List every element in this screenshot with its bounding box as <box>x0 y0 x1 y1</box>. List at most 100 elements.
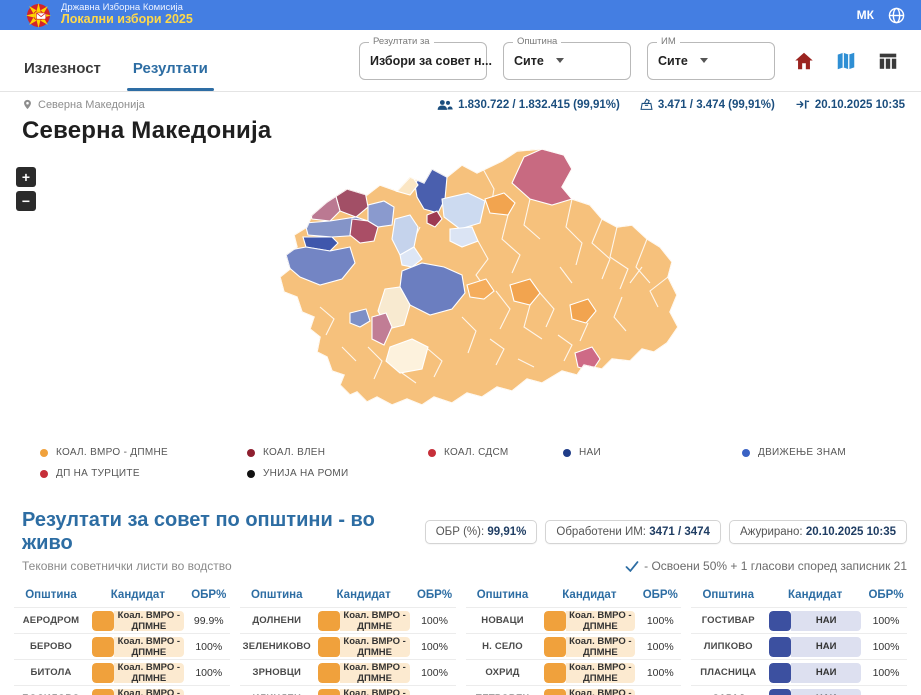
results-for-label: Резултати за <box>369 36 434 47</box>
legend-item: ДВИЖЕЊЕ ЗНАМ <box>742 447 921 458</box>
table-row[interactable]: ГОСТИВАР НАИ 100% <box>691 607 907 633</box>
table-row[interactable]: ИЛИНДЕН Коал. ВМРО - ДПМНЕ 100% <box>240 685 456 695</box>
stations-value: 3.471 / 3.474 (99,91%) <box>658 99 775 111</box>
legend-item: НАИ <box>563 447 742 458</box>
polling-station-value: Сите <box>658 54 688 68</box>
col-candidate: Кандидат <box>540 589 640 601</box>
ballot-box-icon <box>640 98 653 111</box>
obr-cell: 100% <box>639 667 681 679</box>
party-swatch <box>318 637 340 657</box>
table-columns-icon[interactable] <box>877 50 899 72</box>
col-municipality: Општина <box>466 589 540 601</box>
globe-icon[interactable] <box>888 7 905 24</box>
municipality-cell: ЗЕЛЕНИКОВО <box>240 641 314 652</box>
party-dot <box>247 449 255 457</box>
map-icon[interactable] <box>835 50 857 72</box>
party-dot <box>428 449 436 457</box>
col-municipality: Општина <box>240 589 314 601</box>
candidate-pill: НАИ <box>769 663 861 683</box>
candidate-pill: Коал. ВМРО - ДПМНЕ <box>92 611 184 631</box>
table-row[interactable]: ОХРИД Коал. ВМРО - ДПМНЕ 100% <box>466 659 682 685</box>
home-icon[interactable] <box>793 50 815 72</box>
results-for-select[interactable]: Резултати за Избори за совет н... <box>359 42 487 80</box>
election-title: Локални избори 2025 <box>61 13 193 27</box>
table-group: Општина Кандидат ОБР% НОВАЦИ Коал. ВМРО … <box>466 583 682 695</box>
table-row[interactable]: ДОЛНЕНИ Коал. ВМРО - ДПМНЕ 100% <box>240 607 456 633</box>
breadcrumb-row: Северна Македонија 1.830.722 / 1.832.415… <box>0 92 921 111</box>
breadcrumb: Северна Македонија <box>22 98 145 111</box>
table-row[interactable]: НОВАЦИ Коал. ВМРО - ДПМНЕ 100% <box>466 607 682 633</box>
party-swatch <box>318 663 340 683</box>
updated-value: 20.10.2025 10:35 <box>815 99 905 111</box>
table-row[interactable]: ПЛАСНИЦА НАИ 100% <box>691 659 907 685</box>
municipality-cell: АЕРОДРОМ <box>14 615 88 626</box>
party-swatch <box>769 637 791 657</box>
party-swatch <box>544 663 566 683</box>
table-row[interactable]: ЛИПКОВО НАИ 100% <box>691 633 907 659</box>
table-header: Општина Кандидат ОБР% <box>691 583 907 607</box>
results-for-value: Избори за совет н... <box>370 54 492 68</box>
table-group: Општина Кандидат ОБР% ГОСТИВАР НАИ 100% … <box>691 583 907 695</box>
breadcrumb-location: Северна Македонија <box>38 99 145 111</box>
page-title: Северна Македонија <box>22 117 921 145</box>
table-row[interactable]: БЕРОВО Коал. ВМРО - ДПМНЕ 100% <box>14 633 230 659</box>
legend-label: УНИЈА НА РОМИ <box>263 468 349 479</box>
table-row[interactable]: БИТОЛА Коал. ВМРО - ДПМНЕ 100% <box>14 659 230 685</box>
municipality-label: Општина <box>513 36 561 47</box>
candidate-pill: НАИ <box>769 611 861 631</box>
party-swatch <box>544 611 566 631</box>
party-swatch <box>769 611 791 631</box>
tab-turnout[interactable]: Излезност <box>22 60 103 91</box>
language-label[interactable]: МК <box>857 8 874 22</box>
zoom-in-button[interactable]: + <box>16 167 36 187</box>
municipality-cell: БИТОЛА <box>14 667 88 678</box>
summary-badges: ОБР (%): 99,91% Обработени ИМ: 3471 / 34… <box>425 520 907 544</box>
tab-results[interactable]: Резултати <box>131 60 210 91</box>
col-candidate: Кандидат <box>765 589 865 601</box>
table-header: Општина Кандидат ОБР% <box>240 583 456 607</box>
map-area: + − <box>0 145 921 437</box>
main-tabs: Излезност Резултати <box>22 30 210 91</box>
polling-station-label: ИМ <box>657 36 680 47</box>
table-row[interactable]: БОСИЛОВО Коал. ВМРО - ДПМНЕ 94.35% <box>14 685 230 695</box>
candidate-pill: Коал. ВМРО - ДПМНЕ <box>92 663 184 683</box>
check-note-text: - Освоени 50% + 1 гласови според записни… <box>644 559 907 573</box>
zoom-out-button[interactable]: − <box>16 191 36 211</box>
table-row[interactable]: АЕРОДРОМ Коал. ВМРО - ДПМНЕ 99.9% <box>14 607 230 633</box>
obr-cell: 100% <box>865 667 907 679</box>
table-group: Општина Кандидат ОБР% АЕРОДРОМ Коал. ВМР… <box>14 583 230 695</box>
obr-cell: 100% <box>414 667 456 679</box>
polling-station-select[interactable]: ИМ Сите <box>647 42 775 80</box>
updated-stat: 20.10.2025 10:35 <box>795 99 905 111</box>
view-icons <box>793 50 899 72</box>
obr-cell: 99.9% <box>188 615 230 627</box>
candidate-pill: НАИ <box>769 637 861 657</box>
table-group: Општина Кандидат ОБР% ДОЛНЕНИ Коал. ВМРО… <box>240 583 456 695</box>
party-swatch <box>769 689 791 695</box>
obr-cell: 100% <box>188 641 230 653</box>
sync-arrow-icon <box>795 99 810 111</box>
legend-label: КОАЛ. СДСМ <box>444 447 509 458</box>
legend-label: ДП НА ТУРЦИТЕ <box>56 468 140 479</box>
processed-badge: Обработени ИМ: 3471 / 3474 <box>545 520 721 544</box>
legend-label: КОАЛ. ВМРО - ДПМНЕ <box>56 447 168 458</box>
table-row[interactable]: Н. СЕЛО Коал. ВМРО - ДПМНЕ 100% <box>466 633 682 659</box>
party-swatch <box>92 663 114 683</box>
obr-badge: ОБР (%): 99,91% <box>425 520 538 544</box>
results-subtitle: Тековни советнички листи во водство <box>22 559 232 573</box>
candidate-pill: Коал. ВМРО - ДПМНЕ <box>544 637 636 657</box>
table-row[interactable]: САРАЈ НАИ 100% <box>691 685 907 695</box>
party-dot <box>563 449 571 457</box>
table-row[interactable]: ЗРНОВЦИ Коал. ВМРО - ДПМНЕ 100% <box>240 659 456 685</box>
stats-bar: 1.830.722 / 1.832.415 (99,91%) 3.471 / 3… <box>437 98 905 111</box>
choropleth-map[interactable] <box>272 147 685 429</box>
obr-cell: 100% <box>639 641 681 653</box>
municipality-cell: ОХРИД <box>466 667 540 678</box>
table-row[interactable]: ЗЕЛЕНИКОВО Коал. ВМРО - ДПМНЕ 100% <box>240 633 456 659</box>
voters-value: 1.830.722 / 1.832.415 (99,91%) <box>458 99 620 111</box>
legend-item: КОАЛ. ВЛЕН <box>247 447 428 458</box>
municipality-select[interactable]: Општина Сите <box>503 42 631 80</box>
table-header: Општина Кандидат ОБР% <box>14 583 230 607</box>
party-dot <box>742 449 750 457</box>
table-row[interactable]: ПЕТРОВЕЦ Коал. ВМРО - ДПМНЕ 100% <box>466 685 682 695</box>
